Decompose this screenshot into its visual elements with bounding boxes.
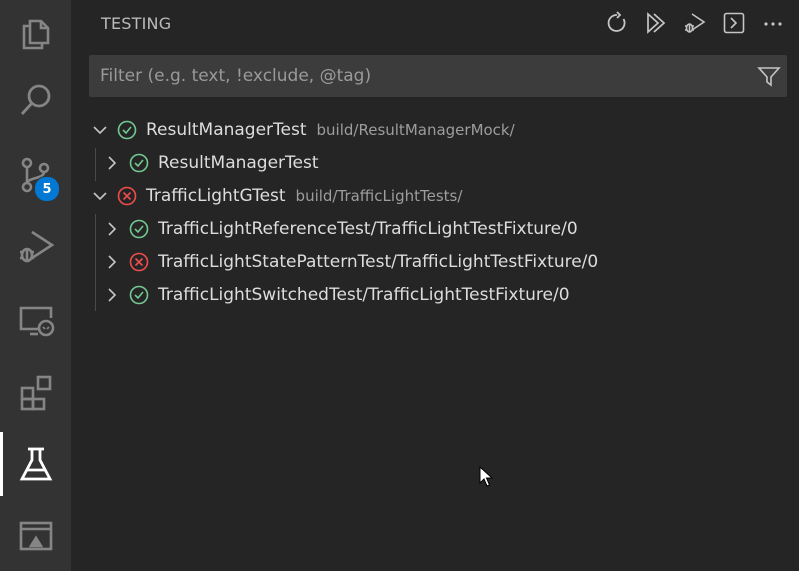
activity-extensions[interactable] [0,360,71,424]
activity-run-and-debug[interactable] [0,214,71,278]
chevron-right-icon[interactable] [103,253,121,271]
test-passed-icon [129,153,149,173]
panel-icon [19,521,52,551]
remote-explorer-icon [19,306,54,337]
chevron-down-icon[interactable] [91,187,109,205]
filter-box [89,55,787,97]
files-icon [22,19,49,50]
refresh-button[interactable] [602,8,632,38]
test-item[interactable]: ResultManagerTest build/ResultManagerMock… [71,114,799,147]
test-item[interactable]: TrafficLightStatePatternTest/TrafficLigh… [71,246,799,279]
run-all-tests-button[interactable] [641,8,671,38]
extensions-icon [20,375,51,411]
more-actions-icon [764,22,782,26]
run-debug-icon [19,230,54,263]
test-item-label: ResultManagerTest [158,153,319,173]
activity-source-control[interactable] [0,143,71,207]
run-all-icon [647,12,666,34]
test-item[interactable]: TrafficLightGTest build/TrafficLightTests… [71,180,799,213]
activity-testing[interactable] [0,432,71,496]
search-icon [20,84,50,115]
test-item-description: build/ResultManagerMock/ [316,121,515,139]
testing-sidebar: TESTING Filter (e.g. text, !exclude, @ta… [71,0,799,571]
activity-explorer[interactable] [0,0,71,64]
test-item-label: TrafficLightGTest build/TrafficLightTests… [146,186,463,206]
mouse-cursor-icon [479,466,493,487]
test-passed-icon [129,219,149,239]
chevron-right-icon[interactable] [103,286,121,304]
chevron-down-icon[interactable] [91,121,109,139]
test-failed-icon [117,186,137,206]
beaker-icon [19,447,52,481]
chevron-right-icon[interactable] [103,154,121,172]
test-item-label: TrafficLightReferenceTest/TrafficLightTe… [158,219,578,239]
activity-panel[interactable] [0,504,71,568]
test-item-label: TrafficLightSwitchedTest/TrafficLightTes… [158,285,570,305]
test-item-description: build/TrafficLightTests/ [295,187,463,205]
test-item[interactable]: TrafficLightReferenceTest/TrafficLightTe… [71,213,799,246]
show-output-button[interactable] [719,8,749,38]
activity-search[interactable] [0,68,71,132]
more-actions-button[interactable] [758,8,788,38]
filter-input[interactable] [89,55,740,97]
refresh-icon [607,11,626,32]
filter-icon[interactable] [757,64,781,88]
test-passed-icon [117,120,137,140]
show-output-icon [723,12,745,34]
sidebar-title: TESTING [101,14,172,33]
test-passed-icon [129,285,149,305]
test-item[interactable]: TrafficLightSwitchedTest/TrafficLightTes… [71,279,799,312]
test-item-label: TrafficLightStatePatternTest/TrafficLigh… [158,252,599,272]
activity-bar: 5 [0,0,71,571]
debug-all-tests-button[interactable] [680,8,710,38]
test-item-label: ResultManagerTest build/ResultManagerMock… [146,120,515,140]
debug-all-icon [685,13,706,33]
activity-remote-explorer[interactable] [0,288,71,352]
chevron-right-icon[interactable] [103,220,121,238]
source-control-badge: 5 [34,176,60,202]
test-item[interactable]: ResultManagerTest [71,147,799,180]
test-failed-icon [129,252,149,272]
